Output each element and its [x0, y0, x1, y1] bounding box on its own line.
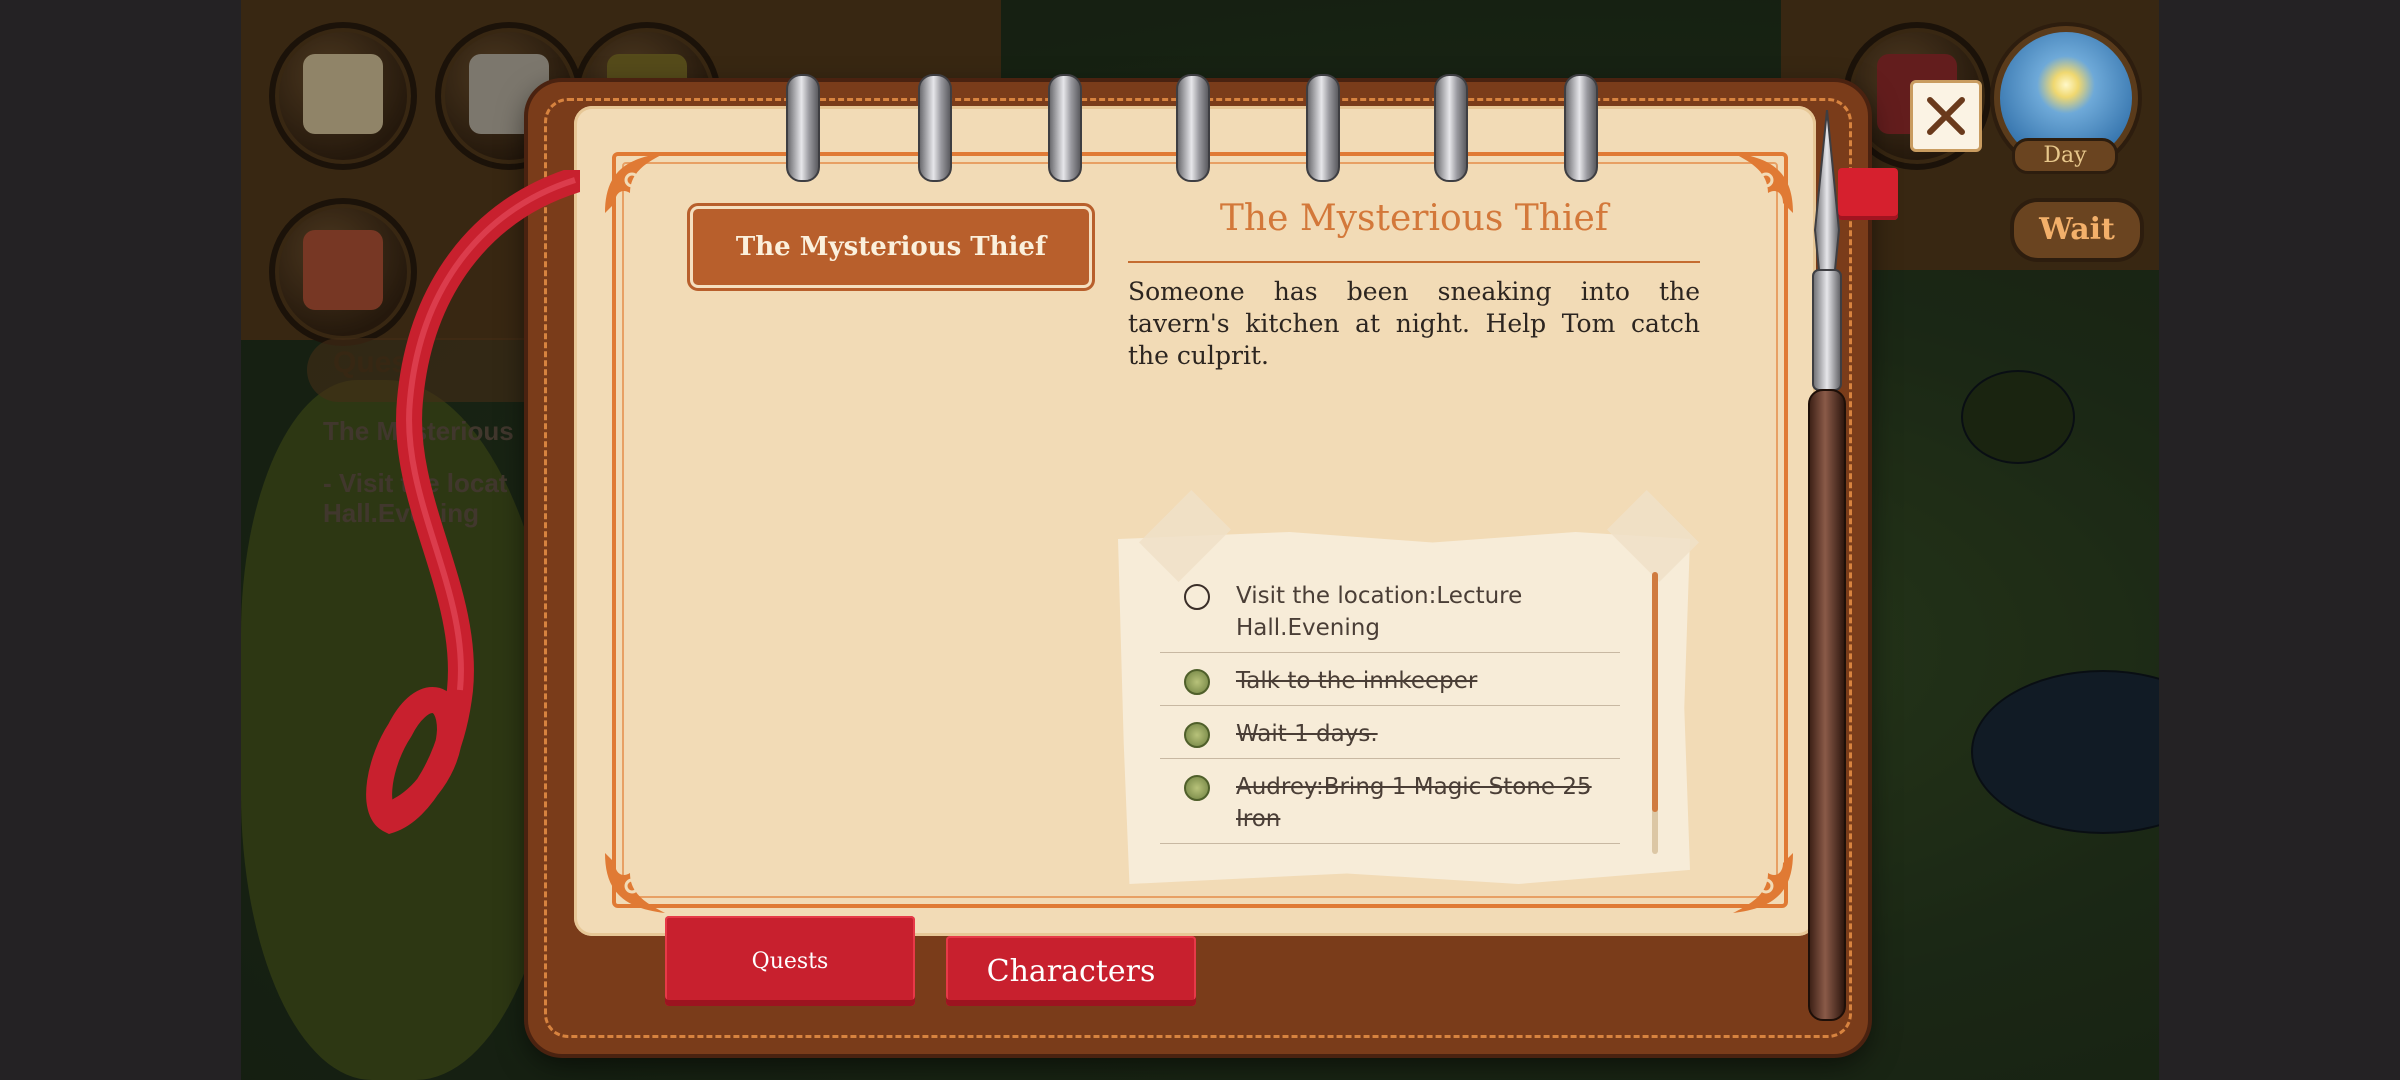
corner-ornament-icon [1733, 153, 1793, 213]
task-complete-icon [1184, 669, 1210, 695]
binder-ring [1434, 74, 1468, 182]
binder-ring [1048, 74, 1082, 182]
quest-description: Someone has been sneaking into the taver… [1128, 277, 1700, 370]
task-complete-icon [1184, 775, 1210, 801]
corner-ornament-icon [605, 853, 665, 913]
task-text: Wait 1 days. [1236, 721, 1378, 747]
quest-detail-title: The Mysterious Thief [1219, 198, 1609, 239]
task-item: Talk to the innkeeper [1160, 653, 1620, 706]
wait-button[interactable]: Wait [2010, 198, 2144, 262]
tab-quests[interactable]: Quests [665, 916, 915, 1006]
task-item: Audrey:Bring 1 Magic Stone 25 Iron [1160, 759, 1620, 844]
corner-ornament-icon [605, 153, 665, 213]
corner-ornament-icon [1733, 853, 1793, 913]
close-button[interactable] [1910, 80, 1982, 152]
task-complete-icon [1184, 722, 1210, 748]
tab-characters[interactable]: Characters [946, 936, 1196, 1006]
quest-list-item-selected[interactable]: The Mysterious Thief [687, 203, 1095, 291]
title-divider [1128, 261, 1700, 263]
task-scrollbar[interactable] [1652, 572, 1658, 854]
task-item: Visit the location:Lecture Hall.Evening [1160, 568, 1620, 653]
task-scrollbar-thumb[interactable] [1652, 572, 1658, 812]
task-pending-icon [1184, 584, 1210, 610]
close-icon [1927, 97, 1965, 135]
task-item: Talk to Audrey [1160, 844, 1620, 854]
task-text: Audrey:Bring 1 Magic Stone 25 Iron [1236, 774, 1592, 832]
binder-ring [786, 74, 820, 182]
bookmark-ribbon [366, 170, 580, 835]
quill-pen-icon [1808, 110, 1846, 1021]
task-list[interactable]: Visit the location:Lecture Hall.Evening T… [1160, 568, 1620, 854]
binder-ring [1176, 74, 1210, 182]
binder-ring [1306, 74, 1340, 182]
binder-ring [918, 74, 952, 182]
task-text: Visit the location:Lecture Hall.Evening [1236, 583, 1523, 641]
day-label: Day [2012, 138, 2118, 174]
task-item: Wait 1 days. [1160, 706, 1620, 759]
binder-ring [1564, 74, 1598, 182]
task-text: Talk to the innkeeper [1236, 668, 1478, 694]
